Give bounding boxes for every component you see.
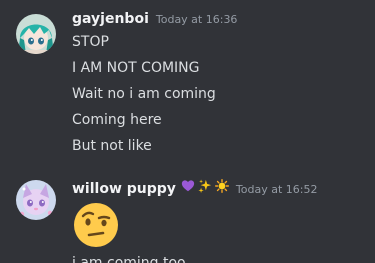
purple-heart-icon: [181, 180, 195, 192]
message-text: But not like: [72, 138, 152, 154]
message-group: willow puppy Today at 16:52 i am coming …: [0, 170, 375, 263]
message-text: I AM NOT COMING: [72, 60, 200, 76]
username-badges: [181, 179, 229, 193]
avatar[interactable]: [16, 180, 56, 220]
message-text: Wait no i am coming: [72, 86, 216, 102]
timestamp[interactable]: Today at 16:52: [236, 183, 318, 196]
avatar-image: [16, 180, 56, 220]
sun-icon: [214, 179, 229, 193]
chat-messages: gayjenboi Today at 16:36 STOP I AM NOT C…: [0, 0, 375, 263]
message-header: gayjenboi Today at 16:36: [72, 11, 237, 31]
message-text: STOP: [72, 34, 109, 50]
username[interactable]: willow puppy: [72, 181, 176, 197]
message-header: willow puppy Today at 16:52: [72, 179, 317, 199]
avatar[interactable]: [16, 14, 56, 54]
avatar-image: [16, 14, 56, 54]
sparkles-icon: [198, 179, 212, 193]
username[interactable]: gayjenboi: [72, 11, 149, 27]
message-text: i am coming too: [72, 255, 186, 263]
message-group: gayjenboi Today at 16:36 STOP I AM NOT C…: [0, 0, 375, 170]
timestamp[interactable]: Today at 16:36: [156, 13, 238, 26]
face-with-raised-eyebrow-icon[interactable]: [72, 201, 120, 249]
message-text: Coming here: [72, 112, 162, 128]
